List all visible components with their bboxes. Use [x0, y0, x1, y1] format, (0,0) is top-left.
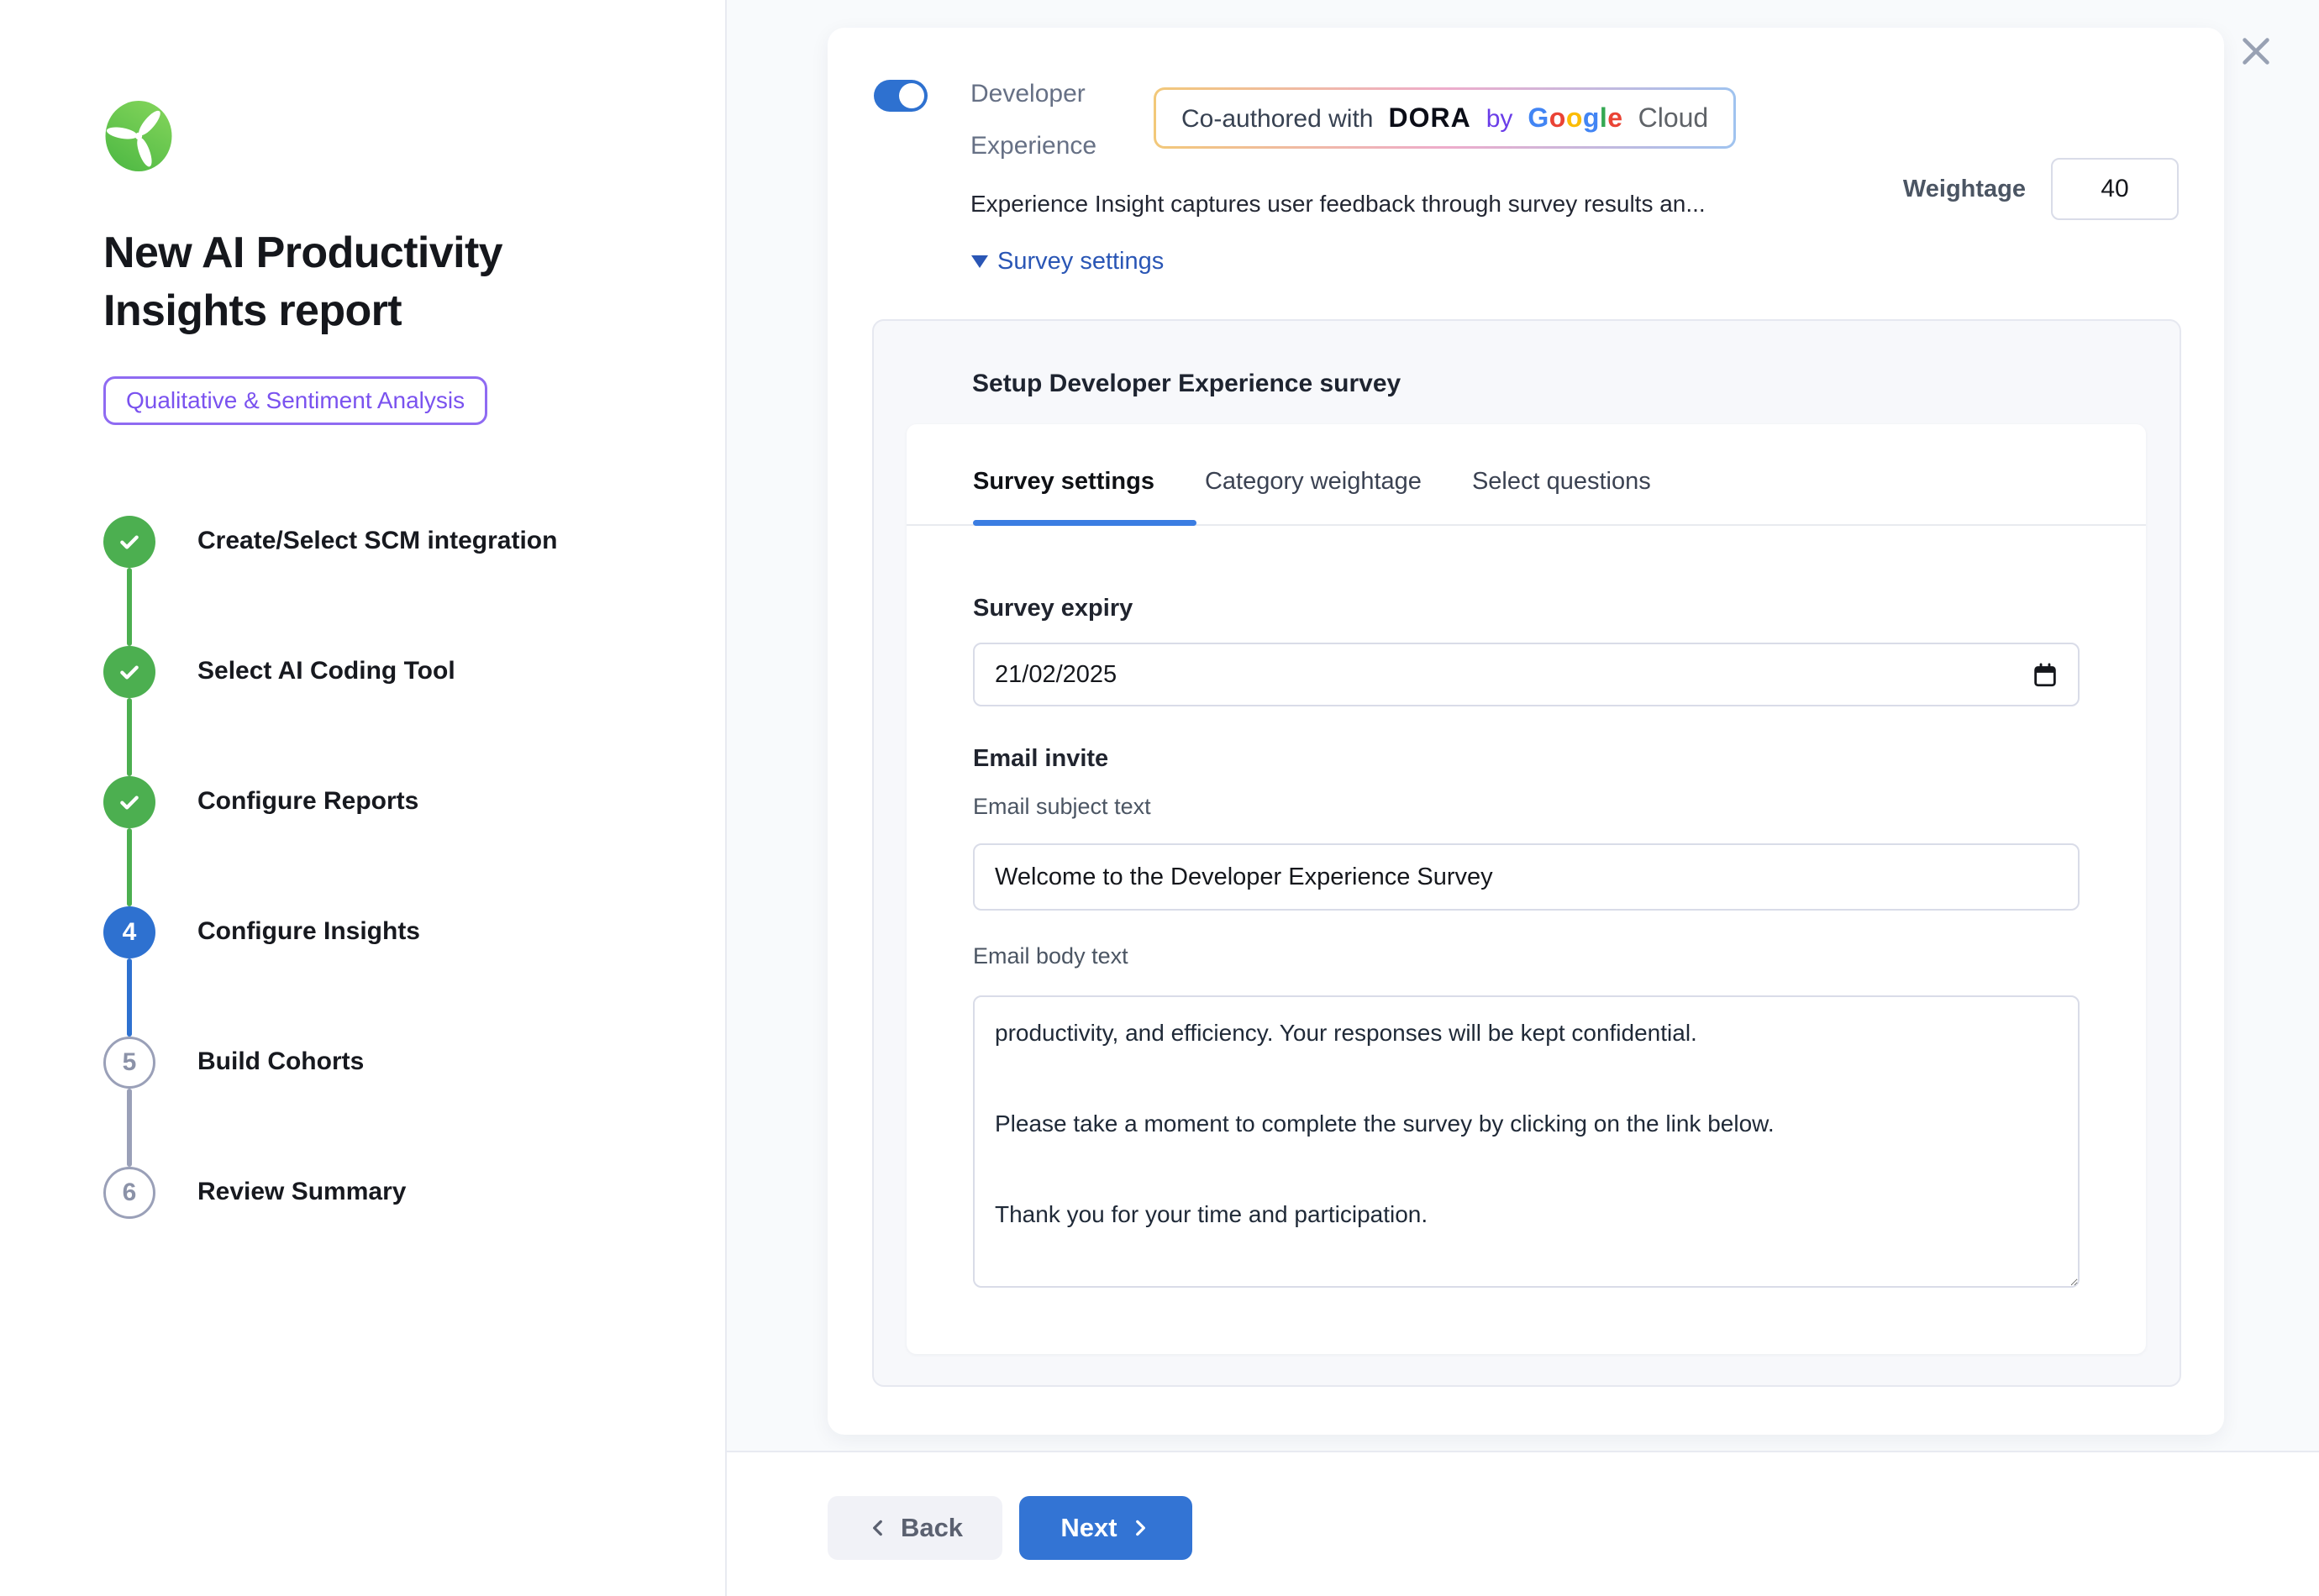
check-icon: [116, 528, 143, 555]
step-configure-insights[interactable]: 4 Configure Insights: [103, 906, 691, 1037]
next-button-label: Next: [1060, 1513, 1117, 1543]
weightage-label: Weightage: [1903, 176, 2026, 203]
email-body-label: Email body text: [973, 943, 1128, 969]
insight-enabled-toggle[interactable]: [874, 80, 928, 112]
survey-setup-card: Setup Developer Experience survey Survey…: [872, 319, 2181, 1387]
tab-survey-settings[interactable]: Survey settings: [973, 468, 1154, 512]
back-button[interactable]: Back: [828, 1496, 1002, 1560]
google-logo: Google: [1528, 102, 1622, 134]
insight-panel: Developer Experience Co-authored with DO…: [828, 28, 2224, 1435]
toggle-knob: [899, 83, 924, 108]
tab-category-weightage[interactable]: Category weightage: [1205, 468, 1422, 512]
app-root: New AI Productivity Insights report Qual…: [0, 0, 2319, 1596]
survey-tabs: Survey settings Category weightage Selec…: [973, 468, 1651, 512]
step-upcoming-circle: 6: [103, 1167, 155, 1219]
dora-logo: DORA: [1388, 102, 1470, 134]
survey-setup-title: Setup Developer Experience survey: [972, 370, 1401, 398]
coauthor-badge: Co-authored with DORA by Google Cloud: [1154, 87, 1736, 149]
email-subject-input[interactable]: [973, 843, 2080, 911]
email-body-textarea[interactable]: productivity, and efficiency. Your respo…: [973, 995, 2080, 1288]
step-connector: [127, 958, 132, 1037]
page-title: New AI Productivity Insights report: [103, 224, 599, 339]
email-invite-label: Email invite: [973, 745, 1108, 773]
email-subject-label: Email subject text: [973, 794, 1151, 820]
chevron-right-icon: [1129, 1517, 1151, 1539]
step-connector: [127, 698, 132, 776]
step-label: Review Summary: [197, 1178, 406, 1206]
active-tab-indicator: [973, 520, 1196, 526]
step-label: Configure Reports: [197, 787, 418, 816]
check-icon: [116, 659, 143, 685]
main-content: Developer Experience Co-authored with DO…: [727, 0, 2319, 1596]
calendar-icon[interactable]: [2031, 660, 2059, 689]
step-connector: [127, 1089, 132, 1167]
next-button[interactable]: Next: [1019, 1496, 1192, 1560]
tab-select-questions[interactable]: Select questions: [1472, 468, 1651, 512]
weightage-input[interactable]: [2051, 158, 2179, 220]
step-done-circle: [103, 646, 155, 698]
step-review-summary[interactable]: 6 Review Summary: [103, 1167, 691, 1219]
coauthor-prefix: Co-authored with: [1181, 105, 1373, 134]
wizard-footer: Back Next: [727, 1451, 2319, 1596]
wizard-sidebar: New AI Productivity Insights report Qual…: [0, 0, 727, 1596]
step-active-circle: 4: [103, 906, 155, 958]
chevron-left-icon: [867, 1517, 889, 1539]
step-configure-reports[interactable]: Configure Reports: [103, 776, 691, 906]
survey-settings-link-label: Survey settings: [997, 248, 1164, 276]
insight-description: Experience Insight captures user feedbac…: [970, 191, 1706, 218]
step-done-circle: [103, 776, 155, 828]
step-upcoming-circle: 5: [103, 1037, 155, 1089]
step-label: Create/Select SCM integration: [197, 527, 557, 555]
step-ai-coding-tool[interactable]: Select AI Coding Tool: [103, 646, 691, 776]
survey-tab-card: Survey settings Category weightage Selec…: [907, 424, 2146, 1354]
insight-name: Developer Experience: [970, 68, 1134, 172]
check-icon: [116, 789, 143, 816]
coauthor-by: by: [1486, 105, 1513, 134]
survey-expiry-label: Survey expiry: [973, 595, 1133, 622]
survey-expiry-input[interactable]: [973, 643, 2080, 706]
step-connector: [127, 568, 132, 646]
close-icon[interactable]: [2237, 32, 2275, 71]
triangle-down-icon: [970, 255, 989, 269]
step-build-cohorts[interactable]: 5 Build Cohorts: [103, 1037, 691, 1167]
google-cloud-label: Cloud: [1638, 102, 1709, 134]
step-label: Configure Insights: [197, 917, 420, 946]
step-label: Select AI Coding Tool: [197, 657, 455, 685]
step-connector: [127, 828, 132, 906]
report-type-badge: Qualitative & Sentiment Analysis: [103, 376, 487, 425]
step-scm-integration[interactable]: Create/Select SCM integration: [103, 516, 691, 646]
survey-settings-collapse-toggle[interactable]: Survey settings: [970, 248, 1164, 276]
app-logo-icon: [103, 99, 174, 173]
step-label: Build Cohorts: [197, 1047, 364, 1076]
step-done-circle: [103, 516, 155, 568]
weightage-group: Weightage: [1903, 158, 2179, 220]
back-button-label: Back: [901, 1513, 963, 1543]
wizard-steps: Create/Select SCM integration Select AI …: [103, 516, 691, 1219]
